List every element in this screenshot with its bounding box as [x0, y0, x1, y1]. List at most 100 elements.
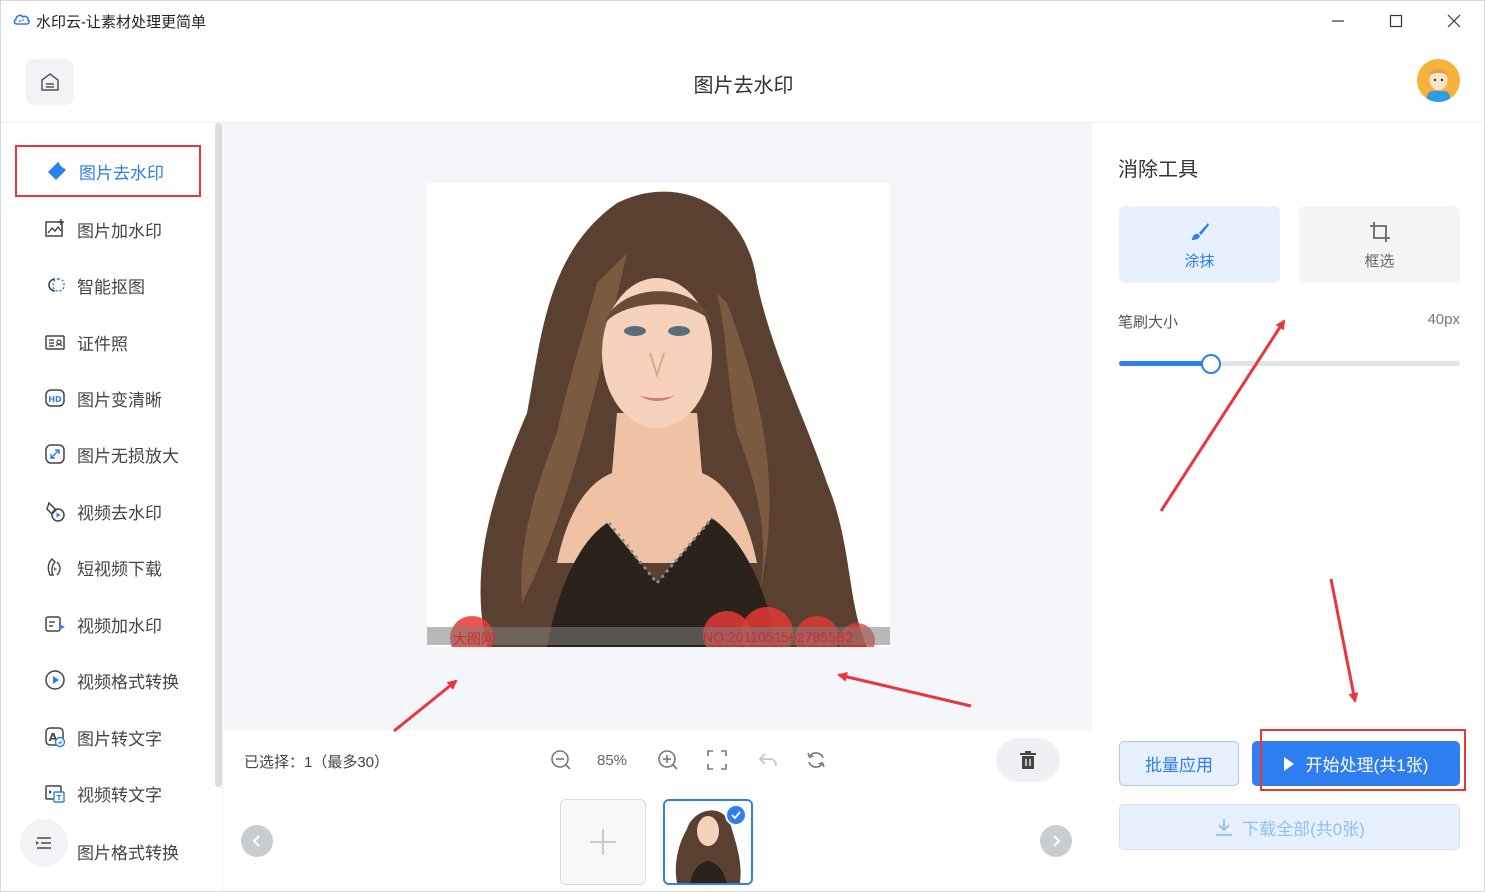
sidebar-item-label: 视频去水印 [77, 503, 162, 523]
add-image-button[interactable] [560, 799, 646, 885]
sidebar: 图片去水印 图片加水印 智能抠图 证件照 HD 图片变清晰 图片无损放大 视频去… [1, 123, 223, 892]
video-watermark-icon [44, 613, 66, 635]
chevron-right-icon [1053, 835, 1061, 847]
zoom-level: 85% [597, 752, 628, 769]
undo-button[interactable] [754, 746, 782, 774]
sidebar-item-label: 智能抠图 [77, 277, 145, 297]
download-icon [1216, 819, 1233, 836]
video-eraser-icon [44, 500, 66, 522]
sidebar-item-id-photo[interactable]: 证件照 [15, 316, 201, 368]
check-icon [725, 804, 747, 826]
minimize-icon [1332, 20, 1344, 22]
zoom-out-button[interactable] [547, 746, 575, 774]
next-arrow-button[interactable] [1040, 825, 1072, 857]
brush-size-slider[interactable] [1119, 361, 1460, 366]
eraser-icon [46, 160, 68, 182]
brush-icon [1187, 219, 1213, 245]
chevron-left-icon [252, 835, 260, 847]
brush-size-label: 笔刷大小 [1118, 314, 1179, 331]
minimize-button[interactable] [1315, 7, 1361, 35]
sidebar-item-label: 图片转文字 [77, 729, 162, 749]
play-circle-icon [44, 669, 66, 691]
mode-smear-label: 涂抹 [1184, 252, 1215, 270]
close-button[interactable] [1431, 7, 1477, 35]
sidebar-item-enlarge[interactable]: 图片无损放大 [15, 428, 201, 480]
image-canvas[interactable]: 大图网 NO:20110515627855B2 [224, 123, 1092, 730]
zoom-out-icon [551, 750, 571, 770]
fit-screen-button[interactable] [703, 746, 731, 774]
prev-arrow-button[interactable] [241, 825, 273, 857]
reset-icon [807, 752, 825, 768]
plus-icon [590, 829, 616, 855]
fit-screen-icon [707, 750, 727, 770]
sidebar-item-label: 图片格式转换 [77, 843, 179, 863]
sidebar-item-remove-watermark[interactable]: 图片去水印 [15, 145, 201, 197]
selection-count: 已选择：1（最多30） [244, 754, 390, 771]
app-header: 图片去水印 [1, 39, 1485, 123]
batch-apply-button[interactable]: 批量应用 [1119, 741, 1239, 786]
sidebar-item-video-download[interactable]: 短视频下载 [15, 541, 201, 593]
title-bar: 水印云-让素材处理更简单 [1, 1, 1485, 39]
enlarge-icon [44, 443, 66, 465]
zoom-in-button[interactable] [654, 746, 682, 774]
delete-button[interactable] [996, 738, 1060, 782]
working-image[interactable]: 大图网 NO:20110515627855B2 [427, 183, 890, 647]
maximize-icon [1389, 14, 1403, 28]
panel-title: 消除工具 [1118, 159, 1198, 181]
watermark-text: 大图网 [453, 631, 495, 647]
svg-text:HD: HD [48, 395, 62, 404]
video-download-icon [44, 556, 66, 578]
sidebar-item-label: 图片加水印 [77, 221, 162, 241]
sidebar-item-video-to-text[interactable]: T 视频转文字 [15, 767, 201, 819]
sidebar-item-label: 图片去水印 [79, 163, 164, 183]
mode-smear-button[interactable]: 涂抹 [1119, 206, 1280, 283]
watermark-serial: NO:20110515627855B2 [703, 629, 853, 645]
image-add-icon [44, 218, 66, 240]
sidebar-item-label: 证件照 [77, 334, 128, 354]
video-text-icon: T [44, 782, 66, 804]
image-text-icon: A [44, 726, 66, 748]
sidebar-item-image-to-text[interactable]: A 图片转文字 [15, 711, 201, 763]
id-card-icon [44, 331, 66, 353]
slider-fill [1119, 361, 1212, 366]
menu-icon [36, 837, 51, 849]
sidebar-item-enhance[interactable]: HD 图片变清晰 [15, 372, 201, 424]
portrait-image [427, 183, 890, 647]
sidebar-item-cutout[interactable]: 智能抠图 [15, 259, 201, 311]
cutout-icon [44, 274, 66, 296]
close-icon [1447, 14, 1461, 28]
sidebar-scrollbar[interactable] [215, 123, 222, 787]
app-window: 水印云-让素材处理更简单 图片去水印 图片去水印 图片加水印 智能抠图 证件照 … [0, 0, 1485, 892]
sidebar-item-label: 短视频下载 [77, 559, 162, 579]
sidebar-item-label: 图片无损放大 [77, 446, 179, 466]
download-all-button[interactable]: 下载全部(共0张) [1119, 804, 1460, 850]
download-all-label: 下载全部(共0张) [1242, 819, 1365, 839]
avatar-image [1417, 59, 1460, 102]
crop-icon [1367, 219, 1393, 245]
sidebar-item-label: 视频格式转换 [77, 672, 179, 692]
svg-text:T: T [57, 794, 62, 802]
sidebar-item-video-format[interactable]: 视频格式转换 [15, 654, 201, 706]
slider-handle[interactable] [1201, 354, 1222, 374]
sidebar-item-add-watermark[interactable]: 图片加水印 [15, 203, 201, 255]
page-title: 图片去水印 [693, 75, 794, 97]
sidebar-item-label: 视频加水印 [77, 616, 162, 636]
trash-icon [1020, 751, 1036, 769]
hd-icon: HD [44, 387, 66, 409]
menu-button[interactable] [20, 819, 68, 867]
sidebar-item-video-remove-watermark[interactable]: 视频去水印 [15, 485, 201, 537]
mode-box-button[interactable]: 框选 [1299, 206, 1460, 283]
sidebar-item-label: 图片变清晰 [77, 390, 162, 410]
start-button-highlight [1260, 729, 1466, 791]
zoom-in-icon [658, 750, 678, 770]
brush-size-value: 40px [1427, 311, 1460, 328]
sidebar-item-video-add-watermark[interactable]: 视频加水印 [15, 598, 201, 650]
user-avatar[interactable] [1417, 59, 1460, 102]
mode-box-label: 框选 [1364, 252, 1395, 270]
sidebar-item-label: 视频转文字 [77, 785, 162, 805]
window-title: 水印云-让素材处理更简单 [36, 14, 206, 31]
cloud-logo-icon [13, 14, 30, 25]
maximize-button[interactable] [1373, 7, 1419, 35]
reset-button[interactable] [802, 746, 830, 774]
undo-icon [758, 753, 777, 767]
